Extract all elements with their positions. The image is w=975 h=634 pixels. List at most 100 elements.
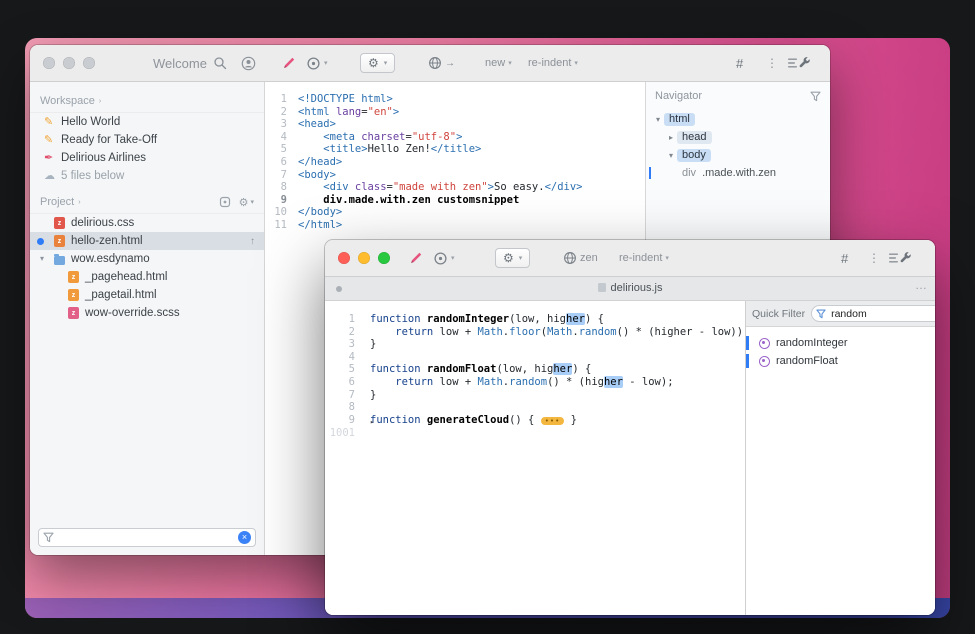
code-line[interactable]: 10</body> bbox=[265, 206, 645, 219]
search-icon[interactable] bbox=[213, 53, 227, 73]
project-filter-input[interactable] bbox=[58, 531, 234, 545]
code-line[interactable]: 6</head> bbox=[265, 156, 645, 169]
line-number: 1 bbox=[325, 313, 355, 326]
disclosure-icon[interactable]: ▾ bbox=[669, 151, 673, 160]
zoom-button[interactable] bbox=[378, 252, 390, 264]
project-filter-field[interactable]: × bbox=[38, 528, 256, 547]
code-line[interactable]: 8 <div class="made with zen">So easy.</d… bbox=[265, 181, 645, 194]
code-line[interactable]: 4 bbox=[325, 351, 745, 364]
project-settings-gear-icon[interactable]: ⚙ ▾ bbox=[239, 197, 254, 208]
dynamo-icon[interactable] bbox=[219, 196, 231, 208]
zoom-button[interactable] bbox=[83, 57, 95, 69]
file-row[interactable]: zdelirious.css bbox=[30, 214, 264, 232]
workspace-item[interactable]: ✎Hello World bbox=[30, 113, 264, 131]
code-line[interactable]: 9▸function generateCloud() { ••• } bbox=[325, 414, 745, 428]
quick-filter-results: randomIntegerrandomFloat bbox=[746, 327, 935, 370]
workspace-item[interactable]: ✒Delirious Airlines bbox=[30, 149, 264, 167]
navigator-item[interactable]: ▸head bbox=[646, 128, 830, 146]
actions-target-icon[interactable]: ▾ bbox=[433, 248, 455, 268]
zen-file-icon: z bbox=[68, 289, 79, 301]
code-line[interactable]: 2<html lang="en"> bbox=[265, 106, 645, 119]
code-line[interactable]: 1function randomInteger(low, higher) { bbox=[325, 313, 745, 326]
workspace-item[interactable]: ☁5 files below bbox=[30, 167, 264, 185]
line-number: 2 bbox=[325, 326, 355, 339]
preview-zen-button[interactable]: zen bbox=[563, 248, 598, 268]
quick-filter-input[interactable] bbox=[829, 307, 935, 321]
workspace-header[interactable]: Workspace › bbox=[30, 90, 264, 113]
navigator-filter-funnel-icon[interactable] bbox=[810, 91, 821, 102]
code-line[interactable]: 3<head> bbox=[265, 118, 645, 131]
code-line[interactable]: 8 bbox=[325, 401, 745, 414]
code-line[interactable]: 1<!DOCTYPE html> bbox=[265, 93, 645, 106]
navigator-item[interactable]: ▾html bbox=[646, 110, 830, 128]
code-line[interactable]: 2 return low + Math.floor(Math.random() … bbox=[325, 326, 745, 339]
code-area[interactable]: 1<!DOCTYPE html>2<html lang="en">3<head>… bbox=[265, 93, 645, 232]
preview-globe-button[interactable]: → bbox=[428, 53, 455, 73]
reindent-menu[interactable]: re-indent ▾ bbox=[619, 248, 669, 268]
navigator-item[interactable]: ▾ body bbox=[646, 146, 830, 164]
code-line[interactable]: 1001 bbox=[325, 427, 745, 440]
close-button[interactable] bbox=[43, 57, 55, 69]
code-line[interactable]: 11</html> bbox=[265, 219, 645, 232]
gear-menu-button[interactable]: ⚙ ▾ bbox=[360, 53, 395, 73]
disclosure-icon[interactable]: ▾ bbox=[656, 115, 660, 124]
workspace-list: ✎Hello World✎Ready for Take-Off✒Deliriou… bbox=[30, 113, 264, 185]
zen-file-icon: z bbox=[68, 271, 79, 283]
front-toolbar: ▾ ⚙ ▾ zen re-indent ▾ # ⋮ bbox=[325, 240, 935, 277]
line-number: 11 bbox=[265, 219, 287, 232]
workspace-item[interactable]: ✎Ready for Take-Off bbox=[30, 131, 264, 149]
sidebar: Workspace › ✎Hello World✎Ready for Take-… bbox=[30, 82, 265, 555]
arrow-right-icon: → bbox=[445, 58, 455, 69]
close-button[interactable] bbox=[338, 252, 350, 264]
hash-button[interactable]: # bbox=[736, 53, 743, 73]
code-line[interactable]: 4 <meta charset="utf-8"> bbox=[265, 131, 645, 144]
code-line[interactable]: 5function randomFloat(low, higher) { bbox=[325, 363, 745, 376]
tab-delirious-js[interactable]: delirious.js bbox=[325, 282, 935, 294]
disclosure-icon[interactable]: ▸ bbox=[669, 133, 673, 142]
gear-menu-button[interactable]: ⚙ ▾ bbox=[495, 248, 530, 268]
file-name: _pagehead.html bbox=[85, 271, 167, 283]
disclosure-icon[interactable]: ▾ bbox=[40, 254, 44, 263]
file-row[interactable]: ▾wow.esdynamo bbox=[30, 250, 264, 268]
quick-filter-result[interactable]: randomInteger bbox=[746, 334, 935, 352]
actions-target-icon[interactable]: ▾ bbox=[306, 53, 328, 73]
line-number: 4 bbox=[265, 131, 287, 144]
workspace-item-label: Ready for Take-Off bbox=[61, 134, 157, 146]
delirious-js-window[interactable]: ▾ ⚙ ▾ zen re-indent ▾ # ⋮ delirious.js …… bbox=[325, 240, 935, 615]
js-editor[interactable]: 1function randomInteger(low, higher) {2 … bbox=[325, 301, 745, 615]
navigator-item[interactable]: div.made.with.zen bbox=[646, 164, 830, 182]
code-line[interactable]: 7} bbox=[325, 389, 745, 402]
quick-filter-result[interactable]: randomFloat bbox=[746, 352, 935, 370]
account-icon[interactable] bbox=[241, 53, 256, 73]
quick-filter-field[interactable]: × bbox=[811, 305, 935, 322]
hash-button[interactable]: # bbox=[841, 248, 848, 268]
tools-wrench-icon[interactable] bbox=[786, 53, 812, 73]
file-row[interactable]: zhello-zen.html↑ bbox=[30, 232, 264, 250]
minimize-button[interactable] bbox=[63, 57, 75, 69]
code-line[interactable]: 3} bbox=[325, 338, 745, 351]
file-row[interactable]: zwow-override.scss bbox=[30, 304, 264, 322]
publish-pen-icon[interactable] bbox=[282, 53, 296, 73]
file-name: wow-override.scss bbox=[85, 307, 180, 319]
navigator-item-label: body bbox=[677, 149, 711, 162]
file-row[interactable]: z_pagetail.html bbox=[30, 286, 264, 304]
code-line[interactable]: 9 div.made.with.zen customsnippet bbox=[265, 194, 645, 207]
code-line[interactable]: 5 <title>Hello Zen!</title> bbox=[265, 143, 645, 156]
minimize-button[interactable] bbox=[358, 252, 370, 264]
file-row[interactable]: z _pagehead.html bbox=[30, 268, 264, 286]
tab-overflow-icon[interactable]: … bbox=[915, 278, 927, 292]
reindent-menu[interactable]: re-indent ▾ bbox=[528, 53, 578, 73]
publish-pen-icon[interactable] bbox=[409, 248, 423, 268]
more-options-icon[interactable]: ⋮ bbox=[766, 53, 778, 73]
code-line[interactable]: 7<body> bbox=[265, 169, 645, 182]
line-number: 1001 bbox=[325, 427, 355, 440]
tools-wrench-icon[interactable] bbox=[887, 248, 913, 268]
new-menu[interactable]: new ▾ bbox=[485, 53, 512, 73]
clear-filter-button[interactable]: × bbox=[238, 531, 251, 544]
more-options-icon[interactable]: ⋮ bbox=[868, 248, 880, 268]
css-file-icon: z bbox=[54, 217, 65, 229]
document-icon bbox=[598, 283, 606, 292]
code-line[interactable]: 6 return low + Math.random() * (higher -… bbox=[325, 376, 745, 389]
project-header[interactable]: Project › ⚙ ▾ bbox=[30, 191, 264, 214]
code-area[interactable]: 1function randomInteger(low, higher) {2 … bbox=[325, 313, 745, 440]
